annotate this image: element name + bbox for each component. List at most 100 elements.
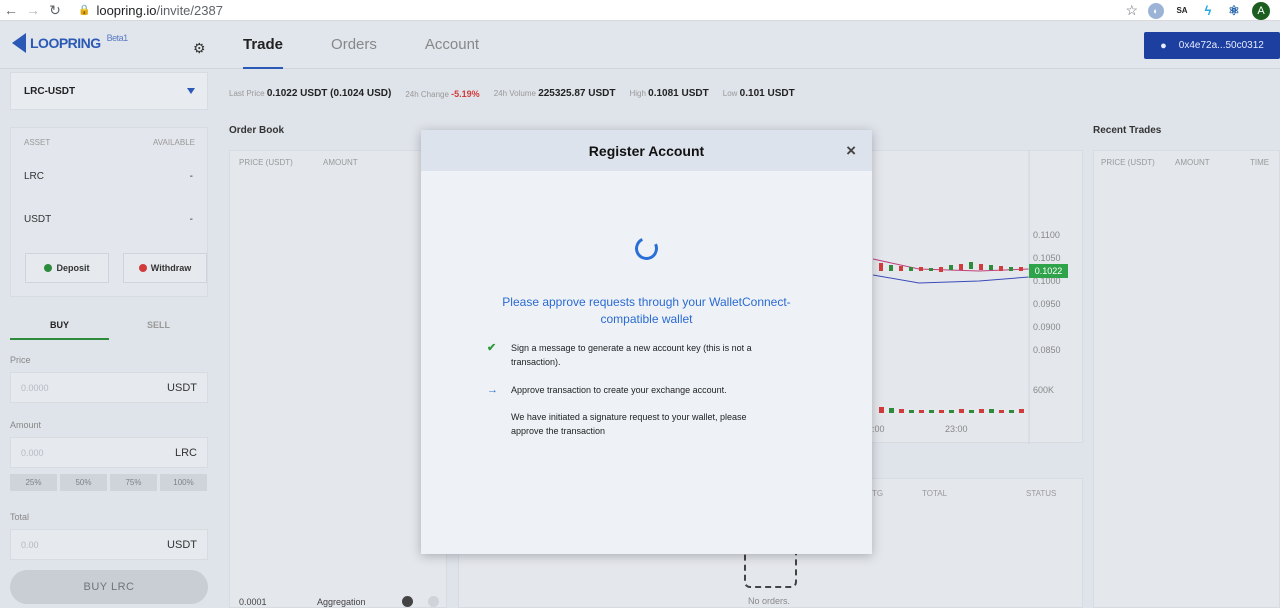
asset-row: LRC -	[11, 171, 207, 182]
loading-spinner-icon	[631, 233, 662, 264]
amount-input[interactable]: 0.000 LRC	[10, 437, 208, 468]
aggregation-label: Aggregation	[317, 597, 366, 607]
amount-unit: LRC	[174, 446, 197, 459]
total-label: Total	[10, 512, 30, 522]
price-tick: 0.0900	[1033, 322, 1061, 332]
total-input[interactable]: 0.00 USDT	[10, 529, 208, 560]
asset-name: LRC	[24, 171, 45, 182]
current-price-tag: 0.1022	[1029, 264, 1068, 278]
recent-trades-title: Recent Trades	[1093, 125, 1162, 136]
percent-25-button[interactable]: 25%	[10, 474, 57, 491]
modal-header: Register Account ×	[421, 130, 872, 171]
lock-icon: 🔒	[78, 4, 91, 16]
time-tick: :00	[872, 424, 885, 434]
price-tick: 0.0950	[1033, 299, 1061, 309]
step-text: Approve transaction to create your excha…	[511, 385, 727, 395]
modal-title: Register Account	[588, 142, 705, 159]
loopring-logo[interactable]: LOOPRING Beta1	[12, 33, 128, 53]
minus-icon[interactable]	[402, 596, 413, 607]
price-input[interactable]: 0.0000 USDT	[10, 372, 208, 403]
step-approve-transaction: → Approve transaction to create your exc…	[487, 383, 781, 397]
beta-badge: Beta1	[106, 33, 129, 43]
deposit-button[interactable]: Deposit	[25, 253, 109, 283]
buy-lrc-button[interactable]: BUY LRC	[10, 570, 208, 604]
address-bar[interactable]: loopring.io/invite/2387	[96, 3, 223, 18]
arrow-right-icon: →	[487, 384, 498, 396]
tab-sell[interactable]: SELL	[109, 318, 208, 340]
logo-mark-icon	[12, 33, 26, 53]
extension-bolt-icon[interactable]: ϟ	[1200, 3, 1216, 19]
step-note-text: We have initiated a signature request to…	[511, 412, 747, 436]
bookmark-star-icon[interactable]: ☆	[1125, 2, 1138, 19]
withdraw-button[interactable]: Withdraw	[123, 253, 207, 283]
recent-trades-panel	[1093, 150, 1280, 608]
change-label: 24h Change	[405, 89, 449, 99]
price-tick: 0.1050	[1033, 253, 1061, 263]
orders-col-header: TG	[872, 489, 884, 498]
trades-time-header: TIME	[1250, 158, 1270, 167]
available-column-header: AVAILABLE	[153, 138, 195, 147]
back-icon[interactable]: ←	[0, 2, 22, 18]
low-label: Low	[722, 89, 738, 98]
main-tabs: Trade Orders Account	[243, 21, 527, 69]
step-note: We have initiated a signature request to…	[487, 410, 781, 438]
tab-orders[interactable]: Orders	[331, 21, 377, 69]
asset-available: -	[189, 171, 193, 182]
extension-react-icon[interactable]: ⚛	[1226, 3, 1242, 19]
trades-price-header: PRICE (USDT)	[1101, 158, 1155, 167]
volume-label: 24h Volume	[493, 89, 536, 98]
high-label: High	[629, 89, 646, 98]
reload-icon[interactable]: ↻	[44, 2, 66, 19]
caret-down-icon	[187, 88, 195, 94]
tab-buy[interactable]: BUY	[10, 318, 109, 340]
buy-sell-tabs: BUY SELL	[10, 318, 208, 340]
percent-100-button[interactable]: 100%	[160, 474, 207, 491]
asset-available: -	[189, 214, 193, 225]
price-tick: 0.0850	[1033, 345, 1061, 355]
plus-circle-icon	[44, 264, 53, 272]
last-price-label: Last Price	[229, 89, 265, 98]
extension-sa-icon[interactable]: SA	[1174, 3, 1190, 19]
order-book-price-header: PRICE (USDT)	[239, 158, 293, 167]
wallet-address-label: 0x4e72a...50c0312	[1178, 40, 1264, 51]
volume-tick: 600K	[1033, 385, 1055, 395]
minus-circle-icon	[138, 264, 147, 272]
percent-50-button[interactable]: 50%	[60, 474, 107, 491]
wallet-address-button[interactable]: ● 0x4e72a...50c0312	[1144, 32, 1280, 59]
deposit-label: Deposit	[56, 263, 90, 273]
gear-icon[interactable]: ⚙	[193, 40, 206, 57]
extension-icon[interactable]: ◐	[1148, 2, 1164, 19]
orders-total-header: TOTAL	[922, 489, 948, 498]
app-header: LOOPRING Beta1 ⚙ Trade Orders Account ● …	[0, 21, 1280, 69]
assets-panel: ASSET AVAILABLE LRC - USDT - Deposit Wit…	[10, 127, 208, 297]
trade-sidebar: LRC-USDT ASSET AVAILABLE LRC - USDT - De…	[0, 70, 219, 608]
market-pair-label: LRC-USDT	[24, 85, 76, 97]
total-unit: USDT	[167, 538, 197, 551]
market-pair-select[interactable]: LRC-USDT	[10, 72, 208, 110]
asset-column-header: ASSET	[24, 138, 51, 147]
change-value: -5.19%	[451, 88, 480, 99]
profile-avatar[interactable]: A	[1252, 1, 1270, 20]
price-label: Price	[10, 355, 31, 365]
forward-icon[interactable]: →	[22, 2, 44, 18]
price-unit: USDT	[167, 381, 197, 394]
check-icon: ✔	[487, 342, 497, 354]
step-sign-message: ✔ Sign a message to generate a new accou…	[487, 341, 781, 369]
asset-name: USDT	[24, 214, 52, 225]
approve-message: Please approve requests through your Wal…	[502, 295, 791, 326]
tab-trade[interactable]: Trade	[243, 21, 284, 69]
volume-value: 225325.87 USDT	[538, 88, 616, 99]
close-icon[interactable]: ×	[846, 142, 856, 159]
percent-75-button[interactable]: 75%	[110, 474, 157, 491]
order-book-panel	[229, 150, 447, 608]
user-icon: ●	[1160, 39, 1167, 52]
order-book-amount-header: AMOUNT	[323, 158, 358, 167]
plus-icon[interactable]	[428, 596, 439, 607]
low-value: 0.101 USDT	[739, 88, 795, 99]
amount-label: Amount	[10, 420, 42, 430]
time-tick: 23:00	[945, 424, 968, 434]
percent-buttons: 25% 50% 75% 100%	[10, 474, 207, 491]
total-placeholder: 0.00	[21, 539, 39, 550]
order-book-title: Order Book	[229, 125, 285, 136]
tab-account[interactable]: Account	[425, 21, 479, 69]
